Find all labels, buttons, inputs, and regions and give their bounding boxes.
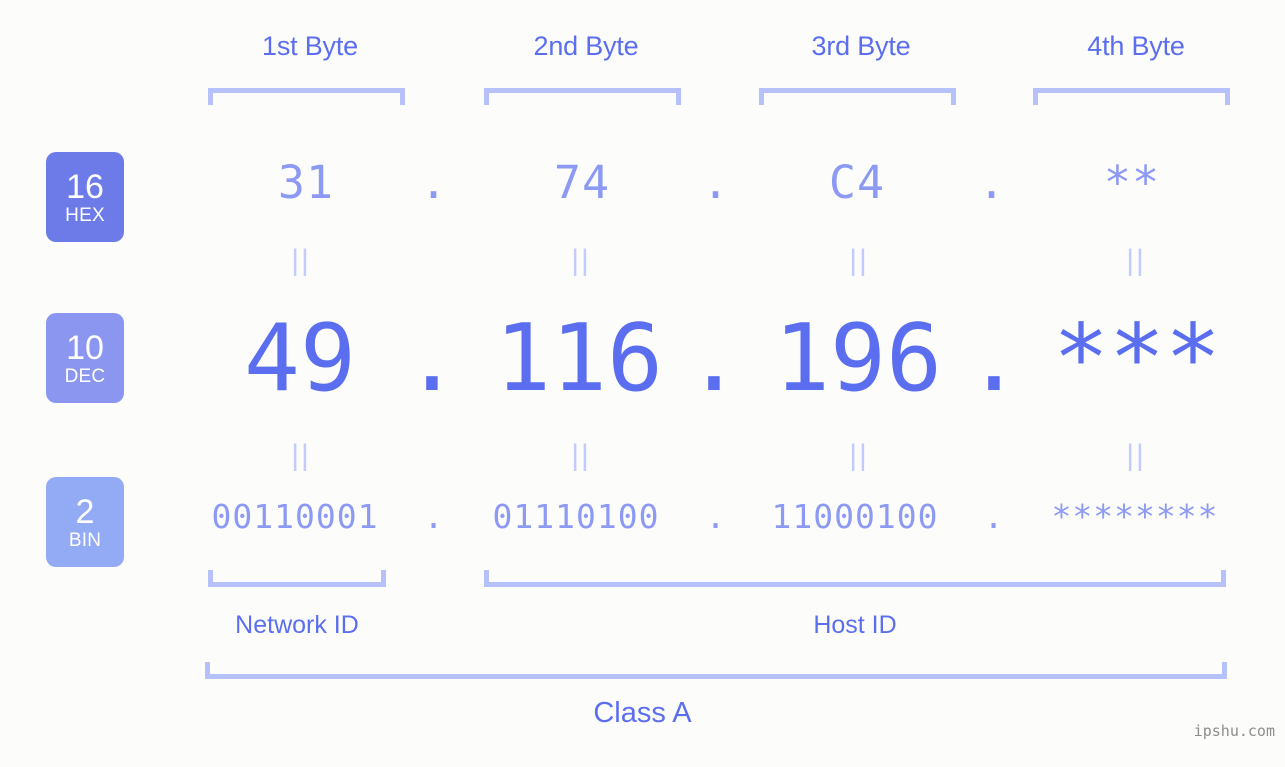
bin-separator-1: . (423, 497, 445, 536)
dec-byte-4: *** (1053, 304, 1221, 412)
equals-mark-dec-bin-4: || (1126, 439, 1146, 472)
byte-header-3: 3rd Byte (811, 31, 911, 61)
hex-separator-1: . (419, 156, 449, 209)
network-id-bracket (208, 570, 386, 587)
ip-breakdown-diagram: 1st Byte 2nd Byte 3rd Byte 4th Byte 16 H… (0, 0, 1285, 767)
byte-header-2: 2nd Byte (533, 31, 639, 61)
network-id-label: Network ID (235, 611, 359, 639)
bin-separator-3: . (983, 497, 1005, 536)
base-badge-dec-name: DEC (64, 365, 106, 387)
dec-separator-1: . (404, 304, 460, 412)
hex-separator-2: . (701, 156, 731, 209)
hex-byte-3: C4 (828, 156, 886, 209)
bin-byte-4: ******** (1051, 497, 1219, 536)
class-label: Class A (593, 697, 692, 729)
equals-mark-hex-dec-2: || (571, 244, 591, 277)
base-badge-bin-name: BIN (68, 529, 102, 551)
hex-byte-4: ** (1103, 156, 1161, 209)
equals-mark-dec-bin-2: || (571, 439, 591, 472)
bin-byte-3: 11000100 (771, 497, 939, 536)
bin-byte-2: 01110100 (492, 497, 660, 536)
base-badge-bin: 2 BIN (46, 477, 124, 567)
byte-header-1: 1st Byte (262, 31, 358, 61)
host-id-label: Host ID (813, 611, 897, 639)
hex-separator-3: . (977, 156, 1007, 209)
base-badge-hex-radix: 16 (66, 167, 104, 206)
byte-bracket-2 (484, 88, 681, 105)
base-badge-dec: 10 DEC (46, 313, 124, 403)
equals-mark-dec-bin-3: || (849, 439, 869, 472)
class-bracket (205, 662, 1227, 679)
hex-byte-1: 31 (277, 156, 335, 209)
equals-mark-hex-dec-4: || (1126, 244, 1146, 277)
dec-byte-2: 116 (495, 304, 663, 412)
dec-separator-3: . (966, 304, 1022, 412)
byte-bracket-4 (1033, 88, 1230, 105)
dec-byte-3: 196 (774, 304, 942, 412)
hex-byte-2: 74 (553, 156, 611, 209)
base-badge-dec-radix: 10 (66, 328, 104, 367)
dec-separator-2: . (686, 304, 742, 412)
host-id-bracket (484, 570, 1226, 587)
dec-byte-1: 49 (244, 304, 356, 412)
byte-header-4: 4th Byte (1087, 31, 1185, 61)
base-badge-hex: 16 HEX (46, 152, 124, 242)
base-badge-bin-radix: 2 (75, 492, 95, 531)
bin-separator-2: . (705, 497, 727, 536)
byte-bracket-3 (759, 88, 956, 105)
byte-bracket-1 (208, 88, 405, 105)
equals-mark-hex-dec-3: || (849, 244, 869, 277)
equals-mark-dec-bin-1: || (291, 439, 311, 472)
bin-byte-1: 00110001 (211, 497, 379, 536)
site-watermark: ipshu.com (1193, 722, 1275, 740)
equals-mark-hex-dec-1: || (291, 244, 311, 277)
base-badge-hex-name: HEX (65, 204, 105, 226)
